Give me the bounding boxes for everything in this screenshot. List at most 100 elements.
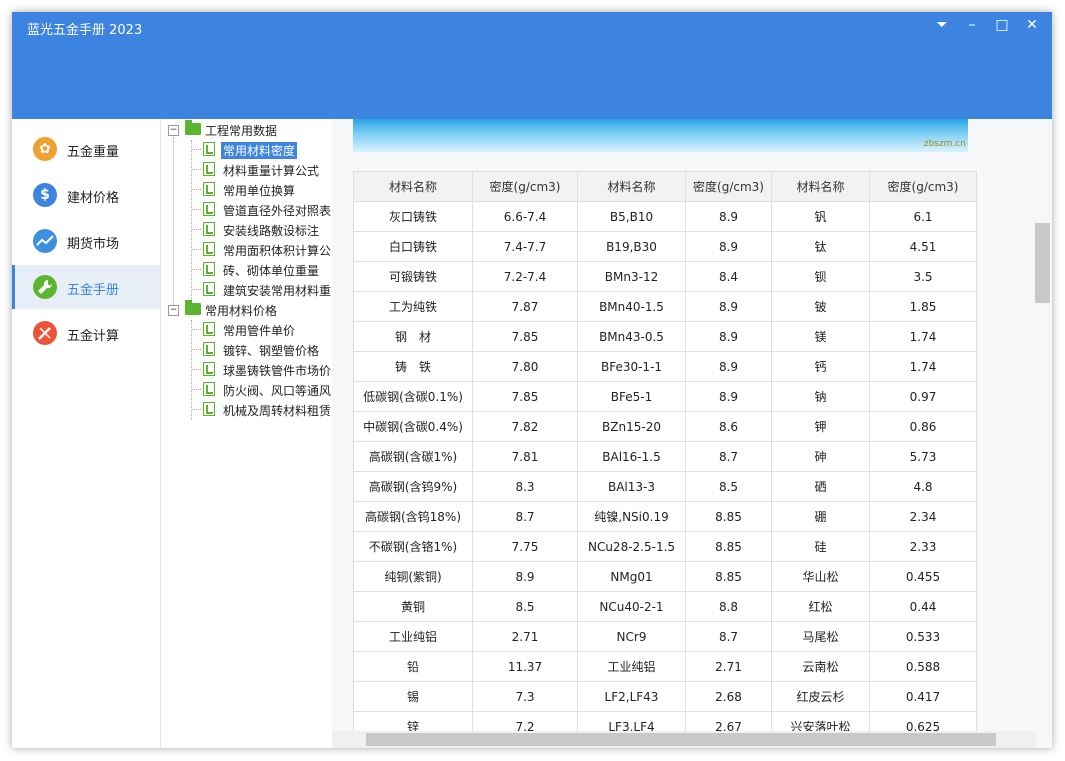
table-row[interactable]: 中碳钢(含碳0.4%) 7.82 BZn15-20 8.6 钾 0.86 — [353, 411, 977, 442]
table-row[interactable]: 高碳钢(含碳1%) 7.81 BAl16-1.5 8.7 砷 5.73 — [353, 441, 977, 472]
column-header-material[interactable]: 材料名称 — [353, 171, 473, 202]
cell-material-name: 中碳钢(含碳0.4%) — [353, 411, 473, 442]
sidebar: ✿ 五金重量 $ 建材价格 期货市场 五金手册 五金计算 — [12, 119, 161, 748]
cell-density: 7.81 — [472, 441, 578, 472]
collapse-toggle-icon[interactable]: − — [168, 305, 179, 316]
tree-item[interactable]: 常用管件单价 — [191, 320, 331, 340]
cell-density: 11.37 — [472, 651, 578, 682]
table-row[interactable]: 铸 铁 7.80 BFe30-1-1 8.9 钙 1.74 — [353, 351, 977, 382]
clover-icon: ✿ — [33, 137, 57, 161]
table-row[interactable]: 高碳钢(含钨18%) 8.7 纯镍,NSi0.19 8.85 硼 2.34 — [353, 501, 977, 532]
column-header-density[interactable]: 密度(g/cm3) — [685, 171, 772, 202]
table-row[interactable]: 可锻铸铁 7.2-7.4 BMn3-12 8.4 钡 3.5 — [353, 261, 977, 292]
tree-connector — [191, 389, 201, 390]
tree-group-label: 工程常用数据 — [205, 124, 278, 138]
tree-connector — [191, 249, 201, 250]
cell-material-name: 高碳钢(含碳1%) — [353, 441, 473, 472]
sidebar-item-hardware-handbook[interactable]: 五金手册 — [12, 265, 160, 309]
cell-material-name: 马尾松 — [771, 621, 870, 652]
maximize-button[interactable]: □ — [988, 14, 1016, 36]
cell-density: 8.9 — [685, 381, 772, 412]
table-row[interactable]: 灰口铸铁 6.6-7.4 B5,B10 8.9 钒 6.1 — [353, 201, 977, 232]
document-icon — [203, 342, 215, 356]
dollar-icon: $ — [33, 183, 57, 207]
tree-item[interactable]: 常用单位换算 — [191, 180, 331, 200]
table-row[interactable]: 铅 11.37 工业纯铝 2.71 云南松 0.588 — [353, 651, 977, 682]
tree-item[interactable]: 常用面积体积计算公 — [191, 240, 331, 260]
sidebar-item-futures-market[interactable]: 期货市场 — [12, 219, 160, 263]
sidebar-item-hardware-calc[interactable]: 五金计算 — [12, 311, 160, 355]
table-row[interactable]: 低碳钢(含碳0.1%) 7.85 BFe5-1 8.9 钠 0.97 — [353, 381, 977, 412]
cell-density: 7.3 — [472, 681, 578, 712]
column-header-material[interactable]: 材料名称 — [577, 171, 686, 202]
tree-connector — [191, 289, 201, 290]
vertical-scrollbar-thumb[interactable] — [1035, 223, 1050, 303]
tree-connector — [173, 137, 174, 307]
cell-density: 8.4 — [685, 261, 772, 292]
cell-material-name: 工为纯铁 — [353, 291, 473, 322]
tree-item[interactable]: 常用材料密度 — [191, 140, 331, 160]
cell-material-name: 工业纯铝 — [577, 651, 686, 682]
cell-material-name: 钠 — [771, 381, 870, 412]
trend-chart-icon — [33, 229, 57, 253]
table-row[interactable]: 工业纯铝 2.71 NCr9 8.7 马尾松 0.533 — [353, 621, 977, 652]
cell-material-name: BFe30-1-1 — [577, 351, 686, 382]
cell-material-name: BMn40-1.5 — [577, 291, 686, 322]
column-header-material[interactable]: 材料名称 — [771, 171, 870, 202]
cell-material-name: 白口铸铁 — [353, 231, 473, 262]
horizontal-scrollbar-thumb[interactable] — [366, 733, 996, 746]
cell-density: 2.33 — [869, 531, 977, 562]
cell-material-name: BMn43-0.5 — [577, 321, 686, 352]
cell-density: 2.71 — [472, 621, 578, 652]
table-row[interactable]: 不碳钢(含铬1%) 7.75 NCu28-2.5-1.5 8.85 硅 2.33 — [353, 531, 977, 562]
tree-item[interactable]: 材料重量计算公式 — [191, 160, 331, 180]
column-header-density[interactable]: 密度(g/cm3) — [869, 171, 977, 202]
tree-item[interactable]: 机械及周转材料租赁 — [191, 400, 331, 420]
cell-density: 5.73 — [869, 441, 977, 472]
table-row[interactable]: 黄铜 8.5 NCu40-2-1 8.8 红松 0.44 — [353, 591, 977, 622]
column-header-density[interactable]: 密度(g/cm3) — [472, 171, 578, 202]
cell-material-name: 钢 材 — [353, 321, 473, 352]
app-window: 蓝光五金手册 2023 ⏷ – □ ✕ ✿ 五金重量 $ 建材价格 期货市场 五… — [12, 12, 1052, 748]
tree-item-label: 常用单位换算 — [223, 184, 296, 198]
table-row[interactable]: 高碳钢(含钨9%) 8.3 BAl13-3 8.5 硒 4.8 — [353, 471, 977, 502]
document-icon — [203, 182, 215, 196]
cell-density: 0.417 — [869, 681, 977, 712]
cell-density: 0.533 — [869, 621, 977, 652]
tree-item[interactable]: 镀锌、钢塑管价格 — [191, 340, 331, 360]
sidebar-item-material-price[interactable]: $ 建材价格 — [12, 173, 160, 217]
table-row[interactable]: 白口铸铁 7.4-7.7 B19,B30 8.9 钛 4.51 — [353, 231, 977, 262]
table-row[interactable]: 锡 7.3 LF2,LF43 2.68 红皮云杉 0.417 — [353, 681, 977, 712]
density-table-container: 材料名称 密度(g/cm3) 材料名称 密度(g/cm3) 材料名称 密度(g/… — [353, 171, 977, 748]
tree-item[interactable]: 防火阀、风口等通风 — [191, 380, 331, 400]
pin-menu-icon[interactable]: ⏷ — [928, 14, 956, 36]
cell-density: 1.74 — [869, 351, 977, 382]
tree-item[interactable]: 建筑安装常用材料重 — [191, 280, 331, 300]
tree-group-engineering-data[interactable]: − 工程常用数据 — [161, 120, 331, 140]
cell-material-name: 灰口铸铁 — [353, 201, 473, 232]
header-banner-image: zbszm.cn — [353, 119, 968, 152]
table-header: 材料名称 密度(g/cm3) 材料名称 密度(g/cm3) 材料名称 密度(g/… — [353, 171, 977, 202]
cell-density: 8.9 — [685, 231, 772, 262]
close-button[interactable]: ✕ — [1018, 14, 1046, 36]
tree-item-label: 材料重量计算公式 — [223, 164, 320, 178]
table-row[interactable]: 钢 材 7.85 BMn43-0.5 8.9 镁 1.74 — [353, 321, 977, 352]
cell-material-name: 纯镍,NSi0.19 — [577, 501, 686, 532]
tree-item[interactable]: 安装线路敷设标注 — [191, 220, 331, 240]
cell-density: 7.2-7.4 — [472, 261, 578, 292]
sidebar-item-hardware-weight[interactable]: ✿ 五金重量 — [12, 127, 160, 171]
cell-material-name: NCr9 — [577, 621, 686, 652]
table-row[interactable]: 工为纯铁 7.87 BMn40-1.5 8.9 铍 1.85 — [353, 291, 977, 322]
tree-item[interactable]: 管道直径外径对照表 — [191, 200, 331, 220]
tree-item[interactable]: 砖、砌体单位重量 — [191, 260, 331, 280]
tree-group-material-prices[interactable]: − 常用材料价格 — [161, 300, 331, 320]
tree-item[interactable]: 球墨铸铁管件市场价 — [191, 360, 331, 380]
cell-density: 8.7 — [472, 501, 578, 532]
cell-material-name: BZn15-20 — [577, 411, 686, 442]
table-row[interactable]: 纯铜(紫铜) 8.9 NMg01 8.85 华山松 0.455 — [353, 561, 977, 592]
tree-connector — [191, 229, 201, 230]
cell-density: 8.5 — [472, 591, 578, 622]
minimize-button[interactable]: – — [958, 14, 986, 36]
collapse-toggle-icon[interactable]: − — [168, 125, 179, 136]
content-pane: zbszm.cn 材料名称 密度(g/cm3) 材料名称 密度(g/cm3) 材… — [332, 119, 1052, 748]
